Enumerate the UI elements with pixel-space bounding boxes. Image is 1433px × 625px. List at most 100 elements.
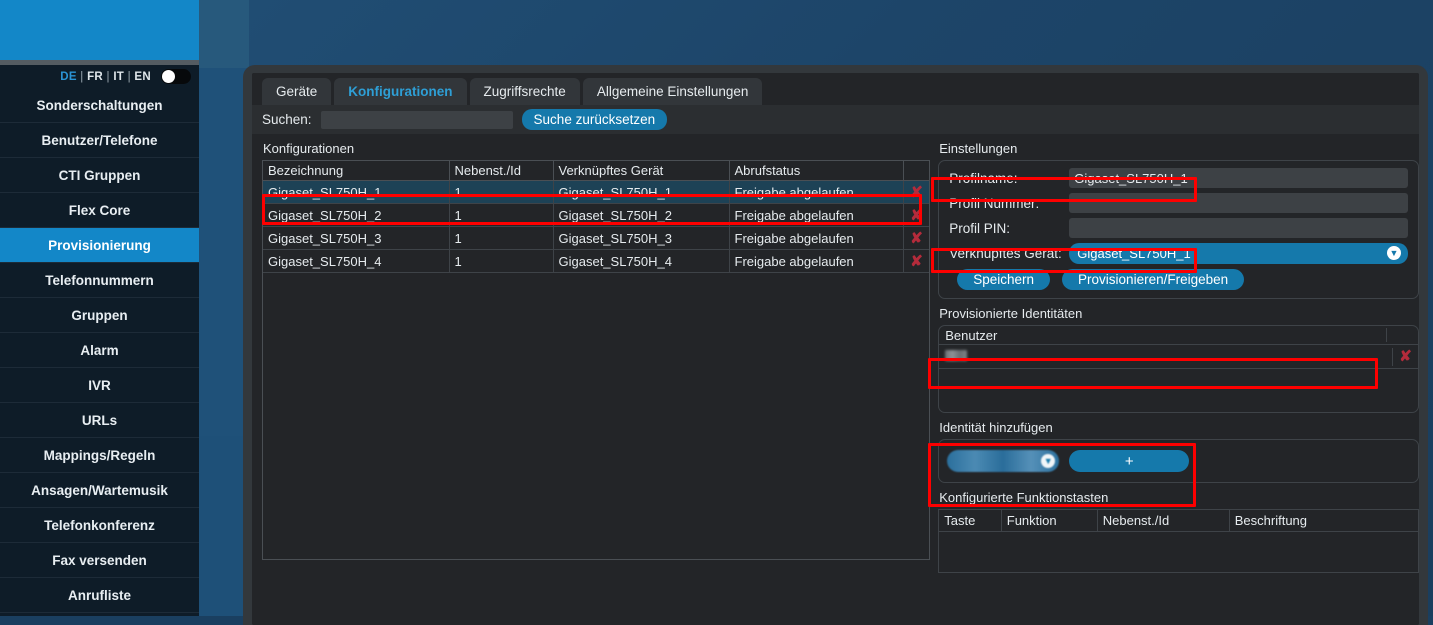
sidebar-item-telefonnummern[interactable]: Telefonnummern bbox=[0, 263, 199, 298]
configurations-table: BezeichnungNebenst./IdVerknüpftes GerätA… bbox=[263, 160, 929, 273]
identity-row[interactable]: ✘ bbox=[939, 345, 1418, 369]
function-keys-title: Konfigurierte Funktionstasten bbox=[939, 490, 1419, 505]
search-label: Suchen: bbox=[262, 112, 312, 127]
sidebar-item-alarm[interactable]: Alarm bbox=[0, 333, 199, 368]
config-name-cell: Gigaset_SL750H_3 bbox=[263, 227, 449, 250]
close-icon[interactable]: ✘ bbox=[910, 207, 923, 224]
content-columns: Konfigurationen BezeichnungNebenst./IdVe… bbox=[252, 134, 1419, 625]
add-identity-box: ▼ + bbox=[938, 439, 1419, 483]
sidebar-item-gruppen[interactable]: Gruppen bbox=[0, 298, 199, 333]
tab-bar: GeräteKonfigurationenZugriffsrechteAllge… bbox=[252, 73, 1419, 105]
close-icon[interactable]: ✘ bbox=[910, 230, 923, 247]
table-row[interactable]: Gigaset_SL750H_41Gigaset_SL750H_4Freigab… bbox=[263, 250, 929, 273]
language-switcher[interactable]: DE | FR | IT | EN bbox=[0, 65, 199, 88]
profilnummer-row: Profil Nummer: bbox=[949, 193, 1408, 213]
table-row[interactable]: Gigaset_SL750H_11Gigaset_SL750H_1Freigab… bbox=[263, 181, 929, 204]
config-name-cell: Gigaset_SL750H_2 bbox=[263, 204, 449, 227]
function-keys-header-row: TasteFunktionNebenst./IdBeschriftung bbox=[939, 510, 1418, 531]
tab-ger-te[interactable]: Geräte bbox=[262, 78, 331, 105]
reset-search-button[interactable]: Suche zurücksetzen bbox=[522, 109, 668, 130]
verknuepftes-geraet-label: Verknüpftes Gerät: bbox=[949, 246, 1069, 261]
config-ext-cell: 1 bbox=[449, 204, 553, 227]
close-icon[interactable]: ✘ bbox=[910, 253, 923, 270]
config-delete-cell[interactable]: ✘ bbox=[903, 227, 929, 250]
theme-toggle[interactable] bbox=[161, 69, 191, 84]
provision-button[interactable]: Provisionieren/Freigeben bbox=[1062, 269, 1244, 290]
sidebar-item-ivr[interactable]: IVR bbox=[0, 368, 199, 403]
table-row[interactable]: Gigaset_SL750H_21Gigaset_SL750H_2Freigab… bbox=[263, 204, 929, 227]
verknuepftes-geraet-select[interactable]: Gigaset_SL750H_1 ▼ bbox=[1069, 243, 1408, 264]
language-it[interactable]: IT bbox=[113, 71, 124, 83]
sidebar-nav: SonderschaltungenBenutzer/TelefoneCTI Gr… bbox=[0, 88, 199, 613]
search-input[interactable] bbox=[321, 111, 513, 129]
chevron-down-icon: ▼ bbox=[1041, 454, 1055, 468]
configurations-column-header[interactable]: Bezeichnung bbox=[263, 161, 449, 181]
configurations-column-header[interactable]: Verknüpftes Gerät bbox=[553, 161, 729, 181]
sidebar-item-fax-versenden[interactable]: Fax versenden bbox=[0, 543, 199, 578]
profilnummer-input[interactable] bbox=[1069, 193, 1408, 213]
identity-select[interactable]: ▼ bbox=[947, 450, 1059, 472]
brand-logo-bar bbox=[0, 0, 199, 60]
sidebar-item-mappings-regeln[interactable]: Mappings/Regeln bbox=[0, 438, 199, 473]
sidebar-item-sonderschaltungen[interactable]: Sonderschaltungen bbox=[0, 88, 199, 123]
sidebar-item-urls[interactable]: URLs bbox=[0, 403, 199, 438]
theme-toggle-knob bbox=[162, 70, 175, 83]
close-icon[interactable]: ✘ bbox=[1399, 348, 1412, 365]
add-identity-title: Identität hinzufügen bbox=[939, 420, 1419, 435]
language-de[interactable]: DE bbox=[60, 71, 77, 83]
configurations-column-header[interactable] bbox=[903, 161, 929, 181]
configurations-column-header[interactable]: Nebenst./Id bbox=[449, 161, 553, 181]
sidebar-item-benutzer-telefone[interactable]: Benutzer/Telefone bbox=[0, 123, 199, 158]
verknuepftes-geraet-value: Gigaset_SL750H_1 bbox=[1077, 246, 1190, 261]
config-delete-cell[interactable]: ✘ bbox=[903, 204, 929, 227]
config-status-cell: Freigabe abgelaufen bbox=[729, 250, 903, 273]
language-fr[interactable]: FR bbox=[87, 71, 103, 83]
config-delete-cell[interactable]: ✘ bbox=[903, 250, 929, 273]
sidebar-item-flex-core[interactable]: Flex Core bbox=[0, 193, 199, 228]
identities-box: Benutzer ✘ bbox=[938, 325, 1419, 413]
save-button[interactable]: Speichern bbox=[957, 269, 1050, 290]
config-device-cell: Gigaset_SL750H_3 bbox=[553, 227, 729, 250]
configurations-header-row: BezeichnungNebenst./IdVerknüpftes GerätA… bbox=[263, 161, 929, 181]
table-row[interactable]: Gigaset_SL750H_31Gigaset_SL750H_3Freigab… bbox=[263, 227, 929, 250]
sidebar-item-provisionierung[interactable]: Provisionierung bbox=[0, 228, 199, 263]
config-device-cell: Gigaset_SL750H_2 bbox=[553, 204, 729, 227]
function-keys-table-container: TasteFunktionNebenst./IdBeschriftung bbox=[938, 509, 1419, 573]
main-panel: GeräteKonfigurationenZugriffsrechteAllge… bbox=[243, 65, 1428, 625]
sidebar-item-ansagen-wartemusik[interactable]: Ansagen/Wartemusik bbox=[0, 473, 199, 508]
function-keys-table: TasteFunktionNebenst./IdBeschriftung bbox=[939, 510, 1418, 532]
function-keys-column-header[interactable]: Nebenst./Id bbox=[1097, 510, 1229, 531]
close-icon[interactable]: ✘ bbox=[910, 184, 923, 201]
profilname-row: Profilname: bbox=[949, 168, 1408, 188]
configurations-column-header[interactable]: Abrufstatus bbox=[729, 161, 903, 181]
tab-zugriffsrechte[interactable]: Zugriffsrechte bbox=[470, 78, 580, 105]
profilpin-input[interactable] bbox=[1069, 218, 1408, 238]
tab-allgemeine-einstellungen[interactable]: Allgemeine Einstellungen bbox=[583, 78, 763, 105]
identities-column-user: Benutzer bbox=[945, 328, 1386, 342]
sidebar-item-cti-gruppen[interactable]: CTI Gruppen bbox=[0, 158, 199, 193]
function-keys-column-header[interactable]: Taste bbox=[939, 510, 1001, 531]
language-list[interactable]: DE | FR | IT | EN bbox=[60, 71, 151, 83]
redacted-username bbox=[945, 350, 967, 361]
config-device-cell: Gigaset_SL750H_1 bbox=[553, 181, 729, 204]
sidebar-item-anrufliste[interactable]: Anrufliste bbox=[0, 578, 199, 613]
add-identity-button[interactable]: + bbox=[1069, 450, 1189, 472]
configurations-title: Konfigurationen bbox=[263, 141, 930, 156]
function-keys-column-header[interactable]: Funktion bbox=[1001, 510, 1097, 531]
function-keys-column-header[interactable]: Beschriftung bbox=[1229, 510, 1418, 531]
sidebar-item-telefonkonferenz[interactable]: Telefonkonferenz bbox=[0, 508, 199, 543]
config-name-cell: Gigaset_SL750H_1 bbox=[263, 181, 449, 204]
identity-delete-cell[interactable]: ✘ bbox=[1392, 348, 1418, 366]
profilnummer-label: Profil Nummer: bbox=[949, 196, 1069, 211]
identity-user-value bbox=[939, 348, 1392, 366]
config-delete-cell[interactable]: ✘ bbox=[903, 181, 929, 204]
config-status-cell: Freigabe abgelaufen bbox=[729, 204, 903, 227]
identities-header-row: Benutzer bbox=[939, 326, 1418, 345]
language-en[interactable]: EN bbox=[134, 71, 151, 83]
decorative-blue-strip bbox=[199, 0, 249, 616]
config-status-cell: Freigabe abgelaufen bbox=[729, 181, 903, 204]
identities-column-actions bbox=[1386, 328, 1412, 342]
search-bar: Suchen: Suche zurücksetzen bbox=[252, 105, 1419, 134]
profilname-input[interactable] bbox=[1069, 168, 1408, 188]
tab-konfigurationen[interactable]: Konfigurationen bbox=[334, 78, 466, 105]
